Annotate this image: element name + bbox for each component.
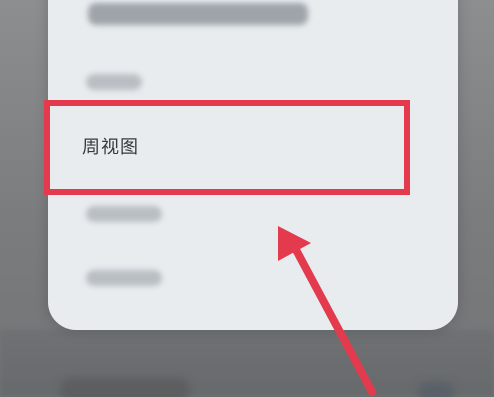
screen: 周视图 bbox=[0, 0, 494, 397]
arrow-icon bbox=[278, 226, 376, 396]
